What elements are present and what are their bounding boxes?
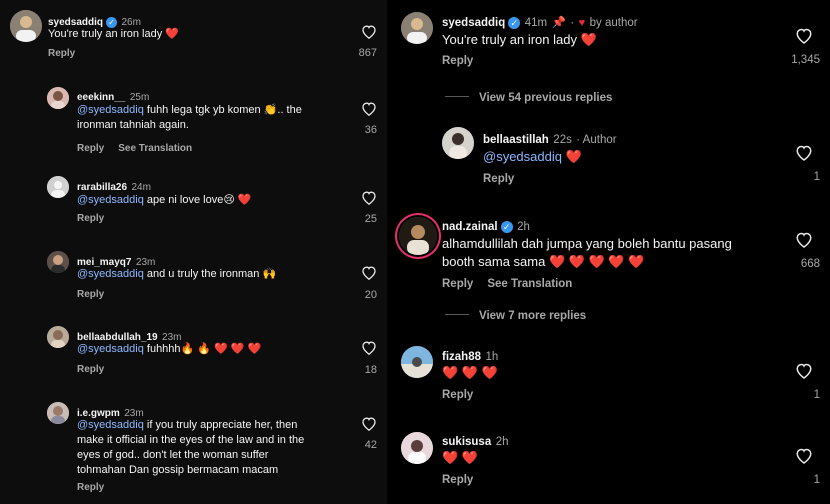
liked-by-author-heart-icon: ♥ [578,17,586,29]
reply-header: fizah88 1h [442,347,498,365]
mention-link[interactable]: @syedsaddiq [77,268,144,280]
reply-button[interactable]: Reply [48,48,75,59]
pin-icon: 📌 [551,17,566,29]
reply-text: @syedsaddiq fuhh lega tgk yb komen 👏.. t… [77,104,302,131]
see-translation-button[interactable]: See Translation [487,278,572,290]
like-heart-icon[interactable] [361,190,377,210]
reply-button[interactable]: Reply [77,364,104,375]
username[interactable]: eeekinn__ [77,92,125,103]
mention-link[interactable]: @syedsaddiq [77,104,144,116]
username[interactable]: sukisusa [442,436,491,448]
reply-text: @syedsaddiq and u truly the ironman 🙌 [77,268,277,280]
like-count: 668 [800,258,820,270]
timestamp: 2h [495,436,509,448]
avatar-mei_mayq7[interactable] [47,251,69,273]
comment-text: alhamdullilah dah jumpa yang boleh bantu… [442,236,732,269]
reply-header: bellaastillah 22s · Author [483,130,617,148]
avatar-syedsaddiq[interactable] [10,10,42,42]
like-count: 1 [813,171,820,183]
mention-link[interactable]: @syedsaddiq [77,419,144,431]
reply-button[interactable]: Reply [442,278,473,290]
view-more-replies[interactable]: View 7 more replies [445,306,586,324]
reply-text: @syedsaddiq ❤️ [483,149,582,164]
timestamp: 22s [553,134,572,146]
verified-badge-icon: ✓ [500,221,513,233]
comment-text: You're truly an iron lady ❤️ [442,32,597,47]
avatar-bellaastillah[interactable] [442,127,474,159]
avatar-eeekinn[interactable] [47,87,69,109]
like-count: 1,345 [791,54,820,66]
like-count: 867 [358,47,377,59]
avatar-i.e.gwpm[interactable] [47,402,69,424]
reply-button[interactable]: Reply [77,213,104,224]
see-translation-button[interactable]: See Translation [118,143,192,154]
comment-actions: Reply See Translation [442,274,572,292]
mention-link[interactable]: @syedsaddiq [77,194,144,206]
mention-link[interactable]: @syedsaddiq [483,149,562,164]
like-heart-icon[interactable] [795,231,813,253]
mention-link[interactable]: @syedsaddiq [77,343,144,355]
like-count: 18 [364,364,377,376]
view-previous-replies[interactable]: View 54 previous replies [445,88,612,106]
reply-text: @syedsaddiq if you truly appreciate her,… [77,419,305,476]
timestamp: 1h [485,351,499,363]
reply-actions: Reply See Translation [77,138,192,156]
timestamp: 2h [517,221,530,233]
avatar-fizah88[interactable] [401,346,433,378]
left-comment-thread: syedsaddiq ✓ 26m You're truly an iron lad… [0,0,387,504]
reply-button[interactable]: Reply [442,474,473,486]
reply-button[interactable]: Reply [77,289,104,300]
reply-button[interactable]: Reply [442,389,473,401]
like-heart-icon[interactable] [361,265,377,285]
like-heart-icon[interactable] [795,144,813,166]
reply-text: @syedsaddiq fuhhhh🔥 🔥 ❤️ ❤️ ❤️ [77,343,262,355]
reply-button[interactable]: Reply [483,173,514,185]
like-count: 1 [813,389,820,401]
username[interactable]: bellaastillah [483,134,549,146]
dot-separator: · [570,17,575,29]
avatar-bellaabdullah_19[interactable] [47,326,69,348]
comment-header: syedsaddiq ✓ 41m 📌 · ♥ by author [442,13,638,31]
reply-button[interactable]: Reply [77,482,104,493]
avatar-nad.zainal-story-ring[interactable] [399,217,437,255]
username[interactable]: fizah88 [442,351,481,363]
avatar-syedsaddiq[interactable] [401,12,433,44]
like-heart-icon[interactable] [795,362,813,384]
username[interactable]: syedsaddiq [442,17,505,29]
reply-text: @syedsaddiq ape ni love love😢 ❤️ [77,194,252,206]
avatar-rarabilla26[interactable] [47,176,69,198]
comment-header: nad.zainal ✓ 2h [442,217,530,235]
like-count: 1 [813,474,820,486]
like-count: 20 [364,289,377,301]
like-count: 25 [364,213,377,225]
like-heart-icon[interactable] [361,340,377,360]
reply-header: sukisusa 2h [442,432,508,450]
avatar-sukisusa[interactable] [401,432,433,464]
by-author-label: by author [589,17,638,29]
reply-text: ❤️ ❤️ [442,450,478,465]
right-comment-thread: syedsaddiq ✓ 41m 📌 · ♥ by author You're t… [387,0,830,504]
like-heart-icon[interactable] [795,447,813,469]
reply-button[interactable]: Reply [77,143,104,154]
like-heart-icon[interactable] [795,27,813,49]
comment-text: You're truly an iron lady ❤️ [48,28,179,40]
verified-badge-icon: ✓ [508,17,521,29]
like-count: 42 [364,439,377,451]
username[interactable]: nad.zainal [442,221,498,233]
timestamp: 25m [129,92,150,103]
reply-text: ❤️ ❤️ ❤️ [442,365,498,380]
timestamp: 24m [131,182,151,193]
username[interactable]: rarabilla26 [77,182,127,193]
divider-line [445,96,469,98]
like-heart-icon[interactable] [361,416,377,436]
like-count: 36 [364,124,377,136]
reply-button[interactable]: Reply [442,55,473,67]
like-heart-icon[interactable] [361,24,377,44]
divider-line [445,314,469,316]
author-tag: · Author [576,134,617,146]
like-heart-icon[interactable] [361,101,377,121]
timestamp: 41m [524,17,548,29]
